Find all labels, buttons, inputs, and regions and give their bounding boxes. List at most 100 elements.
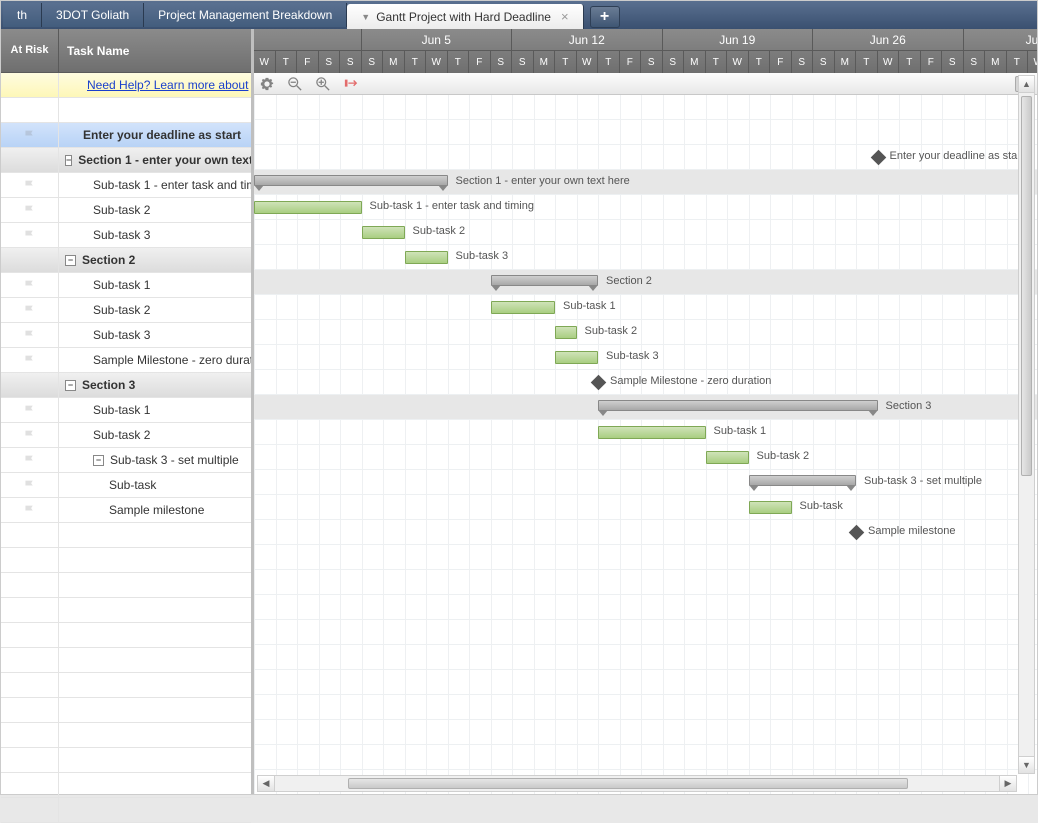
at-risk-cell[interactable] [1, 123, 59, 147]
zoom-out-icon[interactable] [288, 77, 302, 91]
task-bar[interactable] [254, 201, 362, 214]
task-name-cell[interactable] [59, 98, 251, 122]
tab-2[interactable]: Project Management Breakdown [144, 3, 347, 27]
scroll-left-button[interactable]: ◀ [258, 776, 275, 791]
task-name-cell[interactable]: −Section 1 - enter your own text here [59, 148, 251, 172]
task-bar[interactable] [749, 501, 792, 514]
task-name-cell[interactable]: Sub-task 2 [59, 423, 251, 447]
gear-icon[interactable] [260, 77, 274, 91]
scroll-up-button[interactable]: ▲ [1019, 76, 1034, 93]
task-row[interactable] [1, 98, 251, 123]
help-link[interactable]: Need Help? Learn more about [87, 78, 248, 92]
at-risk-cell[interactable] [1, 73, 59, 97]
add-tab-button[interactable]: + [590, 6, 620, 28]
at-risk-cell[interactable] [1, 298, 59, 322]
task-name-cell[interactable]: Sub-task 3 [59, 323, 251, 347]
task-name-cell[interactable]: Enter your deadline as start [59, 123, 251, 147]
task-row[interactable]: Sub-task [1, 473, 251, 498]
empty-row[interactable] [1, 723, 251, 748]
empty-row[interactable] [1, 598, 251, 623]
task-row[interactable]: Sub-task 1 - enter task and timing [1, 173, 251, 198]
task-name-cell[interactable]: Sub-task [59, 473, 251, 497]
task-bar[interactable] [405, 251, 448, 264]
task-row[interactable]: −Sub-task 3 - set multiple [1, 448, 251, 473]
chevron-down-icon[interactable]: ▼ [361, 12, 370, 22]
summary-bar[interactable] [598, 400, 878, 411]
empty-row[interactable] [1, 673, 251, 698]
at-risk-cell[interactable] [1, 98, 59, 122]
task-bar[interactable] [555, 351, 598, 364]
task-row[interactable]: Sub-task 1 [1, 273, 251, 298]
scroll-thumb[interactable] [1021, 96, 1032, 476]
at-risk-cell[interactable] [1, 473, 59, 497]
task-name-cell[interactable]: −Section 2 [59, 248, 251, 272]
task-row[interactable]: Sub-task 3 [1, 323, 251, 348]
task-row[interactable]: Sub-task 1 [1, 398, 251, 423]
task-name-cell[interactable]: Sample Milestone - zero duration [59, 348, 251, 372]
summary-bar[interactable] [491, 275, 599, 286]
at-risk-cell[interactable] [1, 348, 59, 372]
empty-row[interactable] [1, 573, 251, 598]
collapse-toggle[interactable]: − [65, 155, 72, 166]
goto-today-icon[interactable] [344, 77, 358, 91]
at-risk-cell[interactable] [1, 423, 59, 447]
task-name-cell[interactable]: Sub-task 2 [59, 198, 251, 222]
task-name-cell[interactable]: Sub-task 1 [59, 398, 251, 422]
tab-3[interactable]: ▼ Gantt Project with Hard Deadline × [347, 4, 583, 29]
empty-row[interactable] [1, 648, 251, 673]
scroll-thumb[interactable] [348, 778, 908, 789]
empty-row[interactable] [1, 798, 251, 823]
task-row[interactable]: Sub-task 2 [1, 198, 251, 223]
task-name-cell[interactable]: −Sub-task 3 - set multiple [59, 448, 251, 472]
task-name-cell[interactable]: Sub-task 1 - enter task and timing [59, 173, 251, 197]
task-name-cell[interactable]: Sub-task 1 [59, 273, 251, 297]
at-risk-cell[interactable] [1, 198, 59, 222]
column-header-at-risk[interactable]: At Risk [1, 29, 59, 72]
scroll-right-button[interactable]: ▶ [999, 776, 1016, 791]
close-icon[interactable]: × [561, 9, 569, 24]
at-risk-cell[interactable] [1, 248, 59, 272]
task-row[interactable]: Sub-task 2 [1, 423, 251, 448]
empty-row[interactable] [1, 698, 251, 723]
task-row[interactable]: Sample Milestone - zero duration [1, 348, 251, 373]
at-risk-cell[interactable] [1, 498, 59, 522]
tab-0[interactable]: th [3, 3, 42, 27]
task-name-cell[interactable]: Need Help? Learn more about [59, 73, 251, 97]
at-risk-cell[interactable] [1, 448, 59, 472]
task-row[interactable]: Need Help? Learn more about [1, 73, 251, 98]
gantt-chart[interactable]: Enter your deadline as startSection 1 - … [254, 95, 1037, 794]
summary-bar[interactable] [749, 475, 857, 486]
task-bar[interactable] [491, 301, 556, 314]
at-risk-cell[interactable] [1, 273, 59, 297]
zoom-in-icon[interactable] [316, 77, 330, 91]
summary-bar[interactable] [254, 175, 448, 186]
empty-row[interactable] [1, 623, 251, 648]
at-risk-cell[interactable] [1, 223, 59, 247]
empty-row[interactable] [1, 773, 251, 798]
empty-row[interactable] [1, 523, 251, 548]
task-row[interactable]: −Section 3 [1, 373, 251, 398]
task-bar[interactable] [362, 226, 405, 239]
at-risk-cell[interactable] [1, 323, 59, 347]
task-bar[interactable] [555, 326, 577, 339]
vertical-scrollbar[interactable]: ▲ ▼ [1018, 75, 1035, 774]
tab-1[interactable]: 3DOT Goliath [42, 3, 144, 27]
task-name-cell[interactable]: Sample milestone [59, 498, 251, 522]
task-row[interactable]: Enter your deadline as start [1, 123, 251, 148]
collapse-toggle[interactable]: − [65, 380, 76, 391]
collapse-toggle[interactable]: − [93, 455, 104, 466]
at-risk-cell[interactable] [1, 173, 59, 197]
horizontal-scrollbar[interactable]: ◀ ▶ [257, 775, 1017, 792]
at-risk-cell[interactable] [1, 373, 59, 397]
task-row[interactable]: Sub-task 3 [1, 223, 251, 248]
empty-row[interactable] [1, 548, 251, 573]
task-name-cell[interactable]: Sub-task 2 [59, 298, 251, 322]
task-bar[interactable] [706, 451, 749, 464]
task-bar[interactable] [598, 426, 706, 439]
task-name-cell[interactable]: Sub-task 3 [59, 223, 251, 247]
task-row[interactable]: Sub-task 2 [1, 298, 251, 323]
at-risk-cell[interactable] [1, 398, 59, 422]
task-row[interactable]: Sample milestone [1, 498, 251, 523]
task-row[interactable]: −Section 2 [1, 248, 251, 273]
at-risk-cell[interactable] [1, 148, 59, 172]
